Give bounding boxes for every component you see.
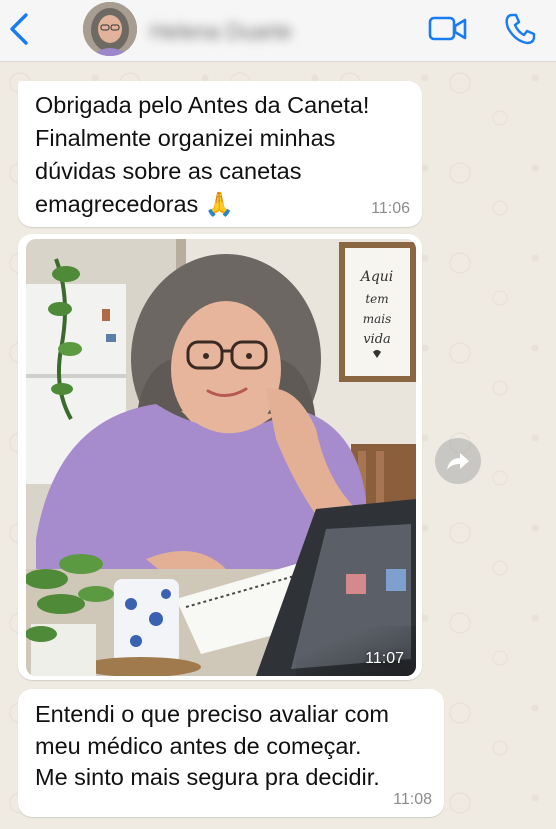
contact-avatar-image (83, 2, 137, 56)
video-call-button[interactable] (428, 14, 468, 44)
message-time: 11:06 (371, 200, 410, 217)
message-bubble[interactable]: Entendi o que preciso avaliar com meu mé… (18, 689, 444, 817)
video-call-icon (428, 16, 467, 41)
forward-button[interactable] (435, 438, 481, 484)
image-message-bubble[interactable]: Aqui tem mais vida 11:07 (18, 234, 422, 680)
voice-call-button[interactable] (503, 12, 537, 46)
photo[interactable]: Aqui tem mais vida 11:07 (26, 239, 416, 676)
message-text: Obrigada pelo Antes da Caneta! Finalment… (35, 92, 370, 217)
svg-text:mais: mais (363, 312, 392, 326)
woman-at-table-photo: Aqui tem mais vida (26, 239, 416, 676)
voice-call-icon (505, 13, 536, 45)
message-bubble[interactable]: Obrigada pelo Antes da Caneta! Finalment… (18, 81, 422, 227)
chat-header: Helena Duarte (0, 0, 556, 62)
message-text: Entendi o que preciso avaliar com meu mé… (35, 701, 390, 790)
avatar[interactable] (83, 2, 137, 56)
svg-text:tem: tem (365, 292, 388, 306)
back-button[interactable] (6, 11, 34, 47)
forward-share-icon (447, 453, 469, 470)
svg-text:vida: vida (363, 332, 391, 347)
contact-name[interactable]: Helena Duarte (150, 19, 292, 45)
message-time: 11:08 (393, 791, 432, 808)
chevron-left-icon (10, 13, 28, 45)
chat-area[interactable]: Obrigada pelo Antes da Caneta! Finalment… (0, 63, 556, 829)
message-time: 11:07 (365, 650, 404, 667)
svg-text:Aqui: Aqui (359, 269, 394, 285)
